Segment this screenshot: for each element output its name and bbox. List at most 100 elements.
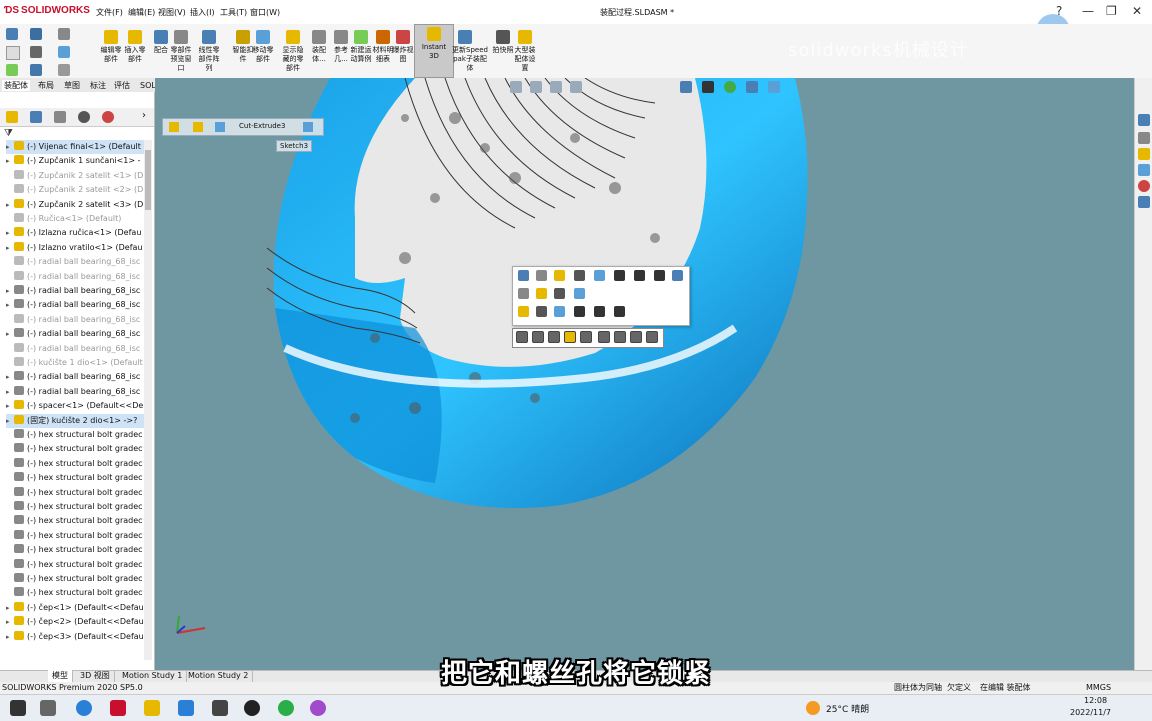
tree-item[interactable]: ▸ (-) Zupčanik 2 satelit <3> (D [6,198,148,212]
tab-1[interactable]: 布局 [36,80,56,91]
zoom-to-fit-icon[interactable] [510,81,522,93]
3d-model-view[interactable] [155,78,1135,670]
chevron-right-icon[interactable]: › [142,110,146,121]
tree-item[interactable]: (-) radial ball bearing_68_isc [6,313,148,327]
context-tool-icon[interactable] [594,306,605,317]
ribbon-button-1[interactable]: 插入零部件 [122,28,148,64]
expand-chevron-icon[interactable]: ▸ [6,399,14,413]
windows-start-icon[interactable] [10,700,26,716]
tree-item[interactable]: (-) hex structural bolt gradec [6,457,148,471]
mate-tool-icon[interactable] [598,331,610,343]
expand-chevron-icon[interactable]: ▸ [6,226,14,240]
context-tool-icon[interactable] [614,270,625,281]
tree-item[interactable]: (-) hex structural bolt gradec [6,586,148,600]
tab-2[interactable]: 草图 [62,80,82,91]
custom-properties-icon[interactable] [1138,196,1150,208]
tree-item[interactable]: (-) radial ball bearing_68_isc [6,342,148,356]
tree-item[interactable]: ▸ (-) čep<2> (Default<<Defau [6,615,148,629]
context-tool-icon[interactable] [554,270,565,281]
appearance-icon[interactable] [724,81,736,93]
dimxpert-icon[interactable] [78,111,90,123]
app2-taskbar-icon[interactable] [212,700,228,716]
clock-date[interactable]: 2022/11/7 [1070,708,1111,717]
menu-item-0[interactable]: 文件(F) [96,7,123,18]
options-icon[interactable] [58,46,70,58]
context-tool-icon[interactable] [536,270,547,281]
tree-item[interactable]: ▸ (-) radial ball bearing_68_isc [6,327,148,341]
menu-item-4[interactable]: 工具(T) [220,7,247,18]
zoom-area-icon[interactable] [530,81,542,93]
expand-chevron-icon[interactable]: ▸ [6,198,14,212]
tree-item[interactable]: ▸ (-) radial ball bearing_68_isc [6,284,148,298]
mate-tool-icon[interactable] [516,331,528,343]
expand-chevron-icon[interactable]: ▸ [6,284,14,298]
context-tool-icon[interactable] [518,288,529,299]
view-orientation-icon[interactable] [680,81,692,93]
tree-scrollbar-thumb[interactable] [145,150,151,210]
ribbon-button-0[interactable]: 编辑零部件 [98,28,124,64]
tree-item[interactable]: (-) hex structural bolt gradec [6,543,148,557]
ribbon-button-12[interactable]: 爆炸视图 [390,28,416,64]
tree-item[interactable]: (-) hex structural bolt gradec [6,500,148,514]
mate-tool-icon[interactable] [630,331,642,343]
ribbon-button-6[interactable]: 移动零部件 [250,28,276,64]
context-tool-icon[interactable] [672,270,683,281]
qq-icon[interactable] [244,700,260,716]
expand-chevron-icon[interactable]: ▸ [6,615,14,629]
save-icon[interactable] [30,28,42,40]
filter-icon[interactable]: ⧩ [4,128,13,139]
tab-4[interactable]: 评估 [112,80,132,91]
ribbon-button-16[interactable]: 大型装配体设置 [512,28,538,73]
ribbon-button-3[interactable]: 零部件预览窗口 [168,28,194,73]
mate-tool-icon[interactable] [564,331,576,343]
minimize-button[interactable]: — [1082,4,1094,18]
tree-item[interactable]: (-) radial ball bearing_68_isc [6,270,148,284]
expand-chevron-icon[interactable]: ▸ [6,241,14,255]
tree-item[interactable]: ▸ (-) spacer<1> (Default<<De [6,399,148,413]
tree-item[interactable]: (-) Zupčanik 2 satelit <2> (D [6,183,148,197]
expand-chevron-icon[interactable]: ▸ [6,140,14,154]
tree-item[interactable]: ▸ (-) Izlazno vratilo<1> (Defau [6,241,148,255]
wechat-icon[interactable] [278,700,294,716]
expand-chevron-icon[interactable]: ▸ [6,298,14,312]
maximize-button[interactable]: ❐ [1106,4,1117,18]
tree-item[interactable]: (-) hex structural bolt gradec [6,529,148,543]
undo-icon[interactable] [30,64,42,76]
flyout-sketch-label[interactable]: Sketch3 [276,140,313,152]
tree-item[interactable]: ▸ (-) čep<3> (Default<<Defau [6,630,148,644]
view-palette-icon[interactable] [1138,164,1150,176]
display-style-icon[interactable] [702,81,714,93]
expand-chevron-icon[interactable]: ▸ [6,385,14,399]
tree-item[interactable]: (-) hex structural bolt gradec [6,572,148,586]
context-tool-icon[interactable] [536,306,547,317]
print-icon[interactable] [30,46,42,58]
expand-chevron-icon[interactable]: ▸ [6,327,14,341]
tree-scrollbar[interactable] [144,140,152,660]
tree-item[interactable]: ▸ (-) radial ball bearing_68_isc [6,298,148,312]
context-tool-icon[interactable] [518,270,529,281]
menu-item-3[interactable]: 插入(I) [190,7,215,18]
clock-time[interactable]: 12:08 [1084,696,1107,705]
task-view-icon[interactable] [40,700,56,716]
flyout-feature-tree[interactable]: Cut-Extrude3 [162,118,324,136]
file-explorer-taskbar-icon[interactable] [144,700,160,716]
expand-chevron-icon[interactable]: ▸ [6,370,14,384]
home-icon[interactable] [6,28,18,40]
rebuild-icon[interactable] [58,64,70,76]
view-settings-icon[interactable] [768,81,780,93]
appearances-icon[interactable] [1138,180,1150,192]
context-tool-icon[interactable] [654,270,665,281]
mate-tool-icon[interactable] [548,331,560,343]
tree-item[interactable]: (-) hex structural bolt gradec [6,471,148,485]
view-orientation-triad[interactable] [176,615,206,634]
design-library-icon[interactable] [1138,132,1150,144]
tree-item[interactable]: (-) Ručica<1> (Default) [6,212,148,226]
app3-taskbar-icon[interactable] [310,700,326,716]
expand-chevron-icon[interactable]: ▸ [6,601,14,615]
context-tool-icon[interactable] [554,306,565,317]
tree-item[interactable]: ▸ (-) Izlazna ručica<1> (Defau [6,226,148,240]
app-taskbar-icon[interactable] [178,700,194,716]
ribbon-button-13[interactable]: Instant3D [414,24,454,78]
mate-tool-icon[interactable] [646,331,658,343]
property-manager-icon[interactable] [30,111,42,123]
